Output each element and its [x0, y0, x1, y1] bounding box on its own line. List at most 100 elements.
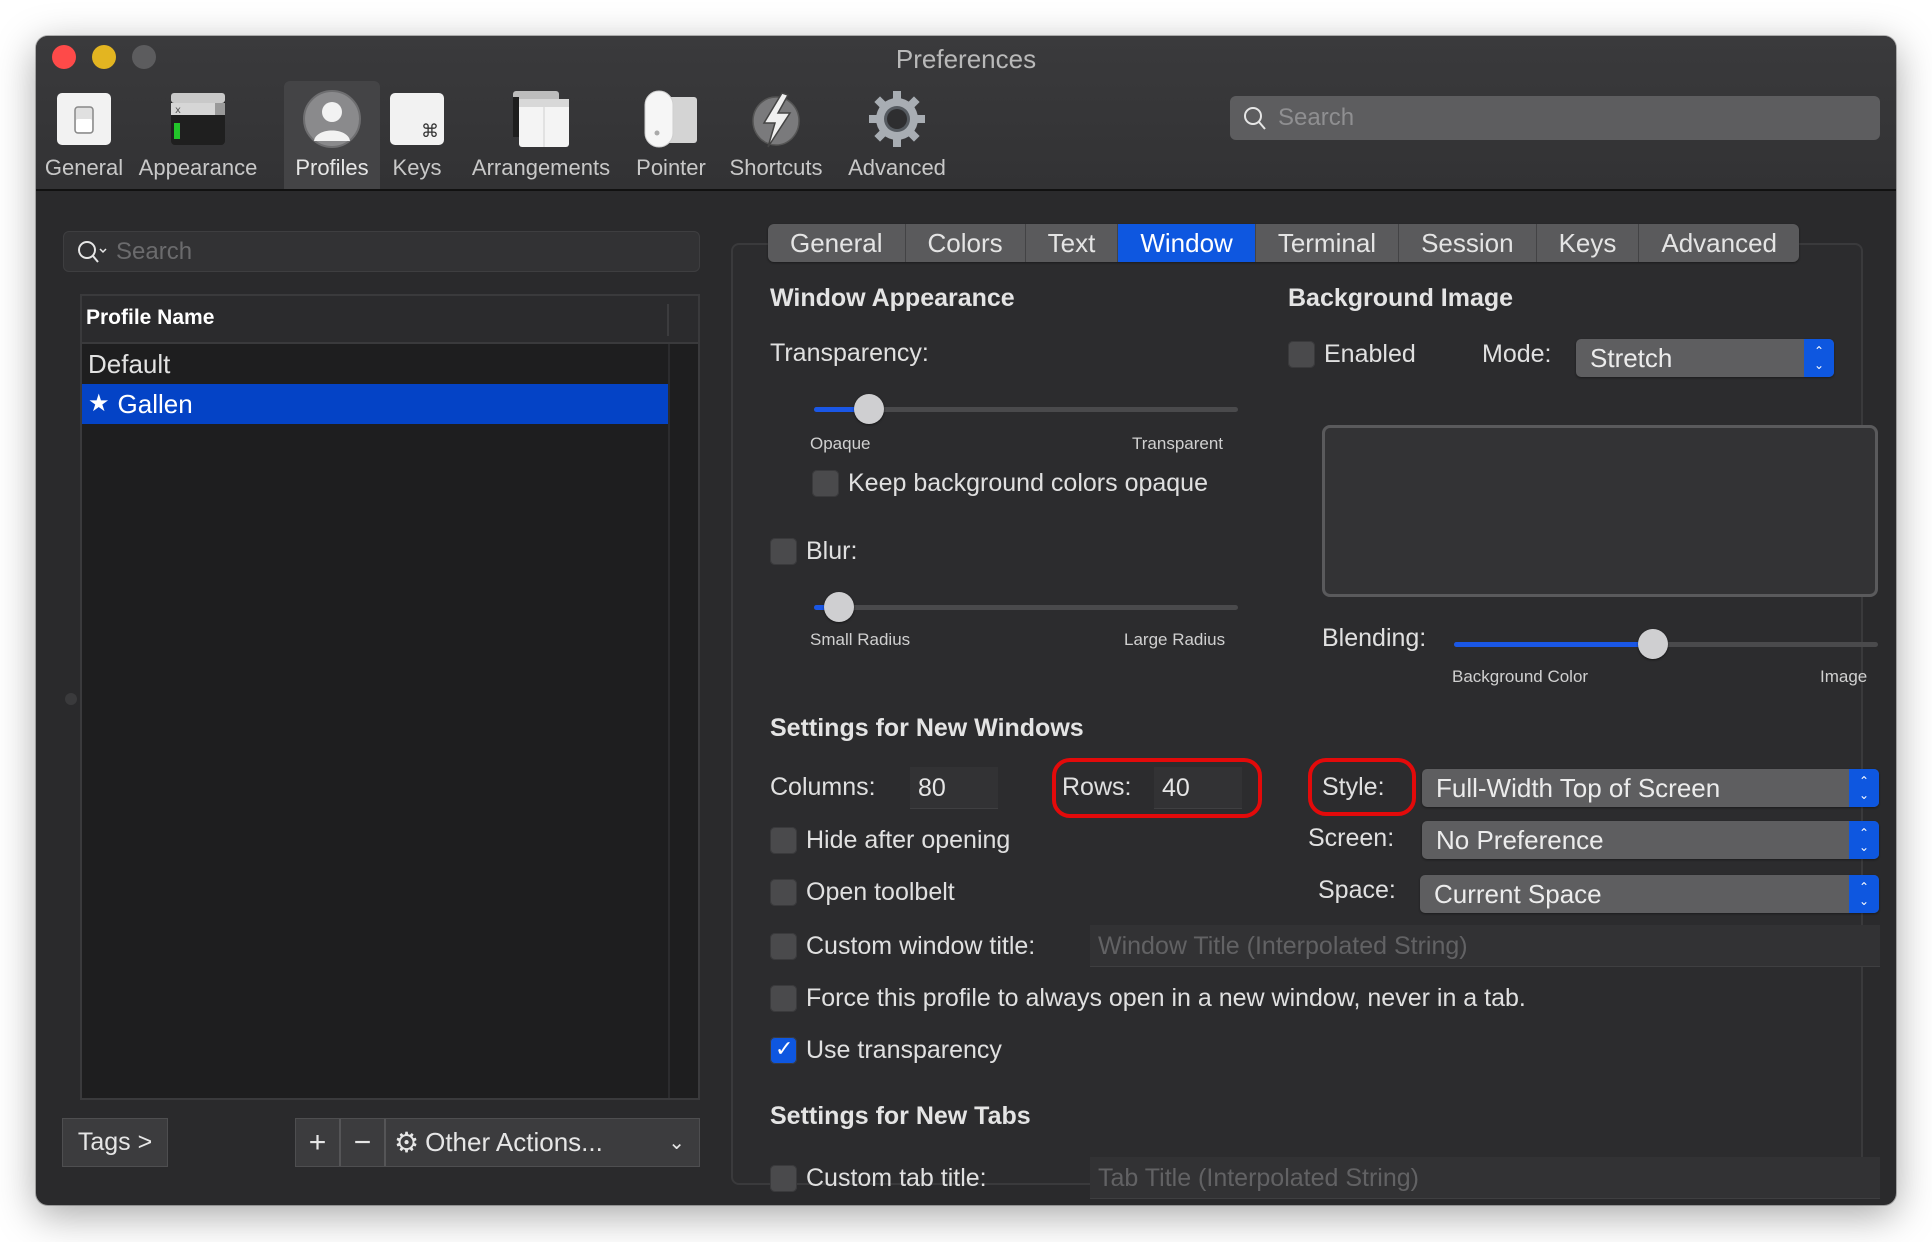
tab-colors[interactable]: Colors [906, 224, 1026, 262]
window-appearance-heading: Window Appearance [770, 284, 1015, 312]
style-popup[interactable]: Full-Width Top of Screen ⌃ ⌄ [1422, 769, 1879, 807]
profile-actions-group: + − ⚙ Other Actions... ⌄ [295, 1118, 700, 1167]
split-view-handle[interactable] [65, 693, 77, 705]
appearance-icon: x [171, 93, 225, 145]
popup-arrows-icon: ⌃ ⌄ [1849, 875, 1879, 913]
custom-tab-title-label: Custom tab title: [806, 1164, 987, 1192]
add-profile-button[interactable]: + [296, 1119, 341, 1166]
slider-knob[interactable] [824, 592, 855, 622]
toolbar-arrangements[interactable]: Arrangements [464, 81, 618, 189]
mouse-icon [644, 90, 697, 148]
slider-knob[interactable] [854, 394, 885, 424]
background-image-enabled-checkbox[interactable] [1288, 341, 1315, 368]
toolbar-appearance[interactable]: x Appearance [134, 81, 262, 189]
annotation-highlight-rows [1052, 758, 1262, 818]
screen-value: No Preference [1436, 825, 1604, 855]
tags-button[interactable]: Tags > [62, 1118, 168, 1167]
titlebar: Preferences General x Appearance Profile… [36, 36, 1896, 191]
blending-min-label: Background Color [1452, 667, 1589, 686]
slider-fill [1454, 642, 1654, 647]
profile-icon [303, 90, 361, 148]
columns-label: Columns: [770, 773, 876, 801]
blending-label: Blending: [1322, 624, 1427, 652]
profile-name: Gallen [117, 389, 193, 419]
search-icon [1244, 107, 1266, 130]
blur-min-label: Small Radius [810, 630, 911, 649]
toolbar-keys[interactable]: ⌘ Keys [382, 81, 452, 189]
tab-advanced[interactable]: Advanced [1639, 224, 1799, 262]
blur-checkbox[interactable] [770, 538, 797, 565]
mode-value: Stretch [1590, 343, 1673, 373]
remove-profile-button[interactable]: − [341, 1119, 386, 1166]
background-image-enabled-label: Enabled [1324, 340, 1416, 368]
style-value: Full-Width Top of Screen [1436, 773, 1721, 803]
svg-text:x: x [175, 105, 181, 116]
space-label: Space: [1318, 876, 1396, 904]
force-new-window-checkbox[interactable] [770, 985, 797, 1012]
tab-general[interactable]: General [768, 224, 906, 262]
preferences-search-field[interactable]: Search [1230, 96, 1880, 140]
popup-arrows-icon: ⌃ ⌄ [1849, 769, 1879, 807]
window-title: Preferences [895, 44, 1037, 74]
svg-text:⌘: ⌘ [421, 121, 439, 142]
column-separator [667, 304, 669, 336]
tab-terminal[interactable]: Terminal [1256, 224, 1400, 262]
toolbar-advanced[interactable]: Advanced [842, 81, 952, 189]
toolbar-pointer[interactable]: Pointer [626, 81, 716, 189]
toolbar-shortcuts[interactable]: Shortcuts [722, 81, 830, 189]
popup-arrows-icon: ⌃ ⌄ [1849, 821, 1879, 859]
slider-knob[interactable] [1638, 629, 1669, 659]
custom-window-title-label: Custom window title: [806, 932, 1036, 960]
chevron-down-icon: ⌄ [668, 1132, 685, 1154]
screen-label: Screen: [1308, 824, 1395, 852]
use-transparency-checkbox[interactable] [770, 1036, 797, 1064]
keep-bg-opaque-checkbox[interactable] [812, 470, 839, 497]
transparency-min-label: Opaque [810, 434, 871, 453]
profile-search-field[interactable]: Search [63, 231, 700, 272]
custom-tab-title-field[interactable]: Tab Title (Interpolated String) [1090, 1157, 1880, 1199]
tab-text[interactable]: Text [1026, 224, 1119, 262]
background-image-well[interactable] [1322, 425, 1878, 597]
profile-row-gallen[interactable]: ★ Gallen [82, 384, 668, 424]
profile-tabs: General Colors Text Window Terminal Sess… [768, 224, 1800, 262]
blending-max-label: Image [1820, 667, 1868, 686]
custom-window-title-checkbox[interactable] [770, 933, 797, 960]
hide-after-opening-checkbox[interactable] [770, 827, 797, 854]
profile-list-header[interactable]: Profile Name [82, 296, 698, 344]
transparency-slider[interactable] [814, 394, 1238, 424]
tab-window[interactable]: Window [1118, 224, 1256, 262]
tab-session[interactable]: Session [1399, 224, 1537, 262]
hide-after-opening-label: Hide after opening [806, 826, 1011, 854]
toolbar-profiles[interactable]: Profiles [284, 81, 380, 189]
toolbar-general[interactable]: General [36, 81, 132, 189]
force-new-window-label: Force this profile to always open in a n… [806, 984, 1526, 1012]
default-profile-star-icon: ★ [88, 390, 110, 417]
arrangements-icon [513, 91, 569, 147]
open-toolbelt-label: Open toolbelt [806, 878, 955, 906]
transparency-max-label: Transparent [1132, 434, 1224, 453]
background-image-heading: Background Image [1288, 284, 1514, 312]
blur-max-label: Large Radius [1124, 630, 1226, 649]
new-windows-heading: Settings for New Windows [770, 714, 1084, 742]
blur-label: Blur: [806, 537, 858, 565]
custom-window-title-field[interactable]: Window Title (Interpolated String) [1090, 925, 1880, 967]
screen-popup[interactable]: No Preference ⌃ ⌄ [1422, 821, 1879, 859]
columns-field[interactable]: 80 [910, 767, 998, 809]
use-transparency-label: Use transparency [806, 1036, 1002, 1064]
blur-slider[interactable] [814, 592, 1238, 622]
lightning-icon [752, 92, 800, 148]
mode-label: Mode: [1482, 340, 1552, 368]
mode-popup[interactable]: Stretch ⌃ ⌄ [1576, 339, 1834, 377]
popup-arrows-icon: ⌃ ⌄ [1804, 339, 1834, 377]
blending-slider[interactable] [1454, 629, 1878, 659]
slider-track [814, 605, 1238, 610]
other-actions-button[interactable]: ⚙ Other Actions... ⌄ [386, 1119, 699, 1166]
annotation-highlight-style [1308, 758, 1416, 816]
open-toolbelt-checkbox[interactable] [770, 879, 797, 906]
tab-keys[interactable]: Keys [1537, 224, 1640, 262]
profile-row-default[interactable]: Default [82, 344, 668, 384]
search-placeholder: Search [1278, 104, 1355, 131]
profile-name: Default [88, 349, 171, 379]
custom-tab-title-checkbox[interactable] [770, 1165, 797, 1192]
space-popup[interactable]: Current Space ⌃ ⌄ [1420, 875, 1879, 913]
